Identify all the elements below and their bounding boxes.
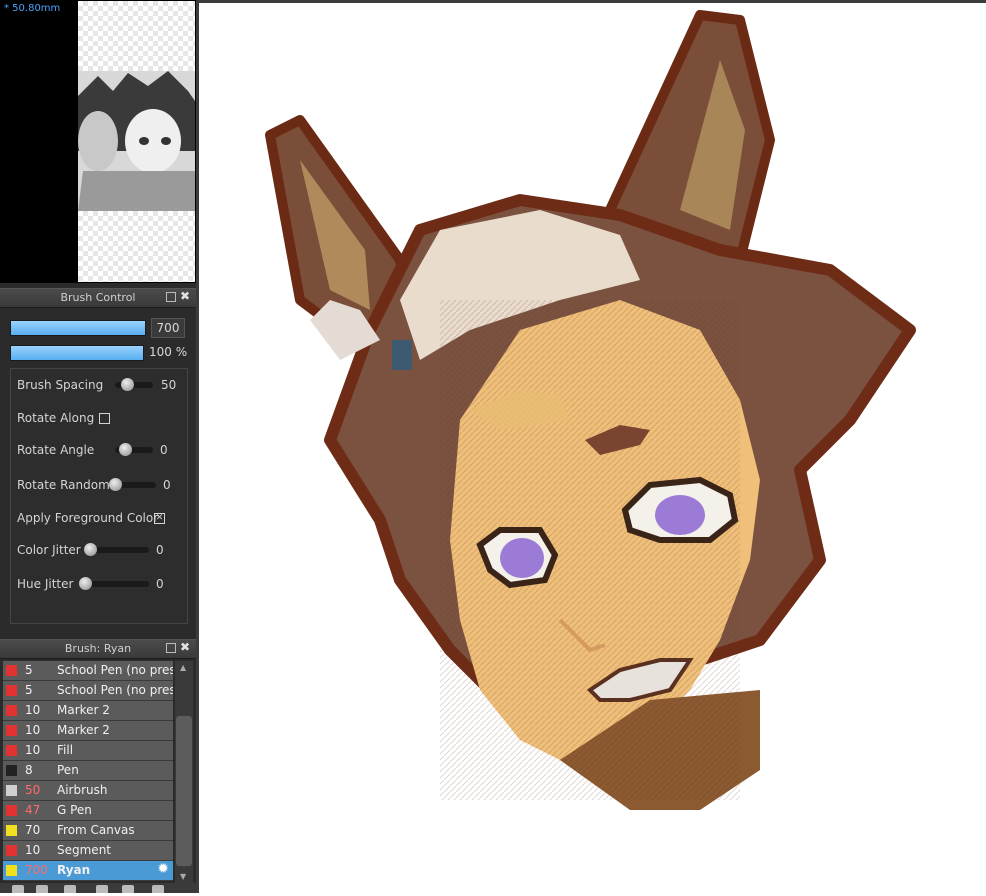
left-panel: * 50.80mm Brush Control ✖ 700 100 % Brus…: [0, 0, 196, 893]
brush-size: 10: [25, 723, 41, 737]
brush-color-swatch: [6, 845, 17, 856]
rotate-random-knob[interactable]: [109, 478, 122, 491]
rotate-angle-label: Rotate Angle: [17, 443, 95, 457]
hue-jitter-knob[interactable]: [79, 577, 92, 590]
brush-color-swatch: [6, 665, 17, 676]
brush-list-item[interactable]: 8 Pen: [3, 761, 173, 781]
hue-jitter-value: 0: [156, 577, 164, 591]
brush-opacity-slider[interactable]: [10, 345, 144, 361]
new-brush-icon[interactable]: [12, 885, 24, 893]
color-jitter-knob[interactable]: [84, 543, 97, 556]
brush-name: Airbrush: [57, 783, 108, 797]
brush-list-item[interactable]: 5 School Pen (no pressure): [3, 661, 173, 681]
brush-name: School Pen (no pressure): [57, 663, 173, 677]
brush-color-swatch: [6, 865, 17, 876]
rotate-angle-value: 0: [160, 443, 168, 457]
brush-settings-group: Brush Spacing 50 Rotate Along Rotate Ang…: [10, 368, 188, 624]
brush-list-item[interactable]: 10 Segment: [3, 841, 173, 861]
rotate-random-value: 0: [163, 478, 171, 492]
brush-color-swatch: [6, 705, 17, 716]
rotate-random-label: Rotate Random: [17, 478, 110, 492]
brush-size: 10: [25, 703, 41, 717]
brush-name: School Pen (no pressure): [57, 683, 173, 697]
brush-size: 50: [25, 783, 41, 797]
scroll-down-icon[interactable]: ▼: [180, 872, 186, 881]
brush-opacity-value: 100 %: [149, 345, 188, 359]
apply-foreground-checkbox[interactable]: ✕: [154, 513, 165, 524]
brush-size: 5: [25, 683, 33, 697]
brush-size: 8: [25, 763, 33, 777]
brush-color-swatch: [6, 725, 17, 736]
artwork-painting: [265, 10, 916, 810]
brush-size-value[interactable]: 700: [151, 318, 185, 338]
brush-size: 10: [25, 743, 41, 757]
navigator-zoom-label: * 50.80mm: [4, 3, 61, 14]
color-jitter-label: Color Jitter: [17, 543, 81, 557]
rotate-along-checkbox[interactable]: [99, 413, 110, 424]
brush-list-item[interactable]: 50 Airbrush: [3, 781, 173, 801]
color-jitter-value: 0: [156, 543, 164, 557]
brush-list: 5 School Pen (no pressure) 5 School Pen (no…: [3, 661, 173, 881]
scrollbar-thumb[interactable]: [176, 716, 192, 866]
gear-icon[interactable]: ✹: [157, 861, 169, 877]
brush-color-swatch: [6, 765, 17, 776]
thumbnail-artwork: [78, 71, 195, 211]
brush-name: Segment: [57, 843, 111, 857]
navigator-panel[interactable]: * 50.80mm: [0, 0, 196, 283]
brush-list-item[interactable]: 70 From Canvas: [3, 821, 173, 841]
brush-size: 700: [25, 863, 48, 877]
open-brush-icon[interactable]: [64, 885, 76, 893]
brush-size-slider[interactable]: [10, 320, 146, 336]
brush-control-header[interactable]: Brush Control ✖: [0, 288, 196, 308]
brush-size: 10: [25, 843, 41, 857]
brush-list-scrollbar[interactable]: ▲ ▼: [175, 661, 193, 883]
brush-list-item[interactable]: 10 Marker 2: [3, 701, 173, 721]
brush-list-item[interactable]: 700 Ryan ✹: [3, 861, 173, 881]
brush-size: 5: [25, 663, 33, 677]
hue-jitter-label: Hue Jitter: [17, 577, 74, 591]
copy-brush-icon[interactable]: [96, 885, 108, 893]
close-icon[interactable]: ✖: [180, 289, 190, 303]
save-brush-icon[interactable]: [36, 885, 48, 893]
brush-color-swatch: [6, 745, 17, 756]
drawing-canvas[interactable]: [199, 3, 986, 893]
popout-icon[interactable]: [166, 643, 176, 653]
scroll-up-icon[interactable]: ▲: [180, 663, 186, 672]
brush-color-swatch: [6, 785, 17, 796]
brush-size: 70: [25, 823, 41, 837]
delete-brush-icon[interactable]: [152, 885, 164, 893]
brush-spacing-label: Brush Spacing: [17, 378, 104, 392]
apply-foreground-label: Apply Foreground Color: [17, 511, 159, 525]
brush-panel-toolbar: [0, 883, 196, 893]
rotate-angle-knob[interactable]: [119, 443, 132, 456]
brush-list-item[interactable]: 47 G Pen: [3, 801, 173, 821]
brush-name: Pen: [57, 763, 79, 777]
brush-spacing-value: 50: [161, 378, 177, 392]
close-icon[interactable]: ✖: [180, 640, 190, 654]
brush-name: From Canvas: [57, 823, 135, 837]
brush-name: Fill: [57, 743, 74, 757]
brush-list-item[interactable]: 5 School Pen (no pressure): [3, 681, 173, 701]
navigator-thumbnail[interactable]: [78, 1, 195, 282]
brush-size: 47: [25, 803, 41, 817]
brush-list-item[interactable]: 10 Fill: [3, 741, 173, 761]
brush-name: Marker 2: [57, 723, 110, 737]
folder-icon[interactable]: [122, 885, 134, 893]
brush-panel-header[interactable]: Brush: Ryan ✖: [0, 639, 196, 659]
brush-name: Marker 2: [57, 703, 110, 717]
brush-color-swatch: [6, 685, 17, 696]
brush-color-swatch: [6, 825, 17, 836]
brush-color-swatch: [6, 805, 17, 816]
popout-icon[interactable]: [166, 292, 176, 302]
brush-spacing-knob[interactable]: [121, 378, 134, 391]
brush-name: G Pen: [57, 803, 92, 817]
rotate-along-label: Rotate Along: [17, 411, 95, 425]
brush-name: Ryan: [57, 863, 91, 877]
brush-list-item[interactable]: 10 Marker 2: [3, 721, 173, 741]
